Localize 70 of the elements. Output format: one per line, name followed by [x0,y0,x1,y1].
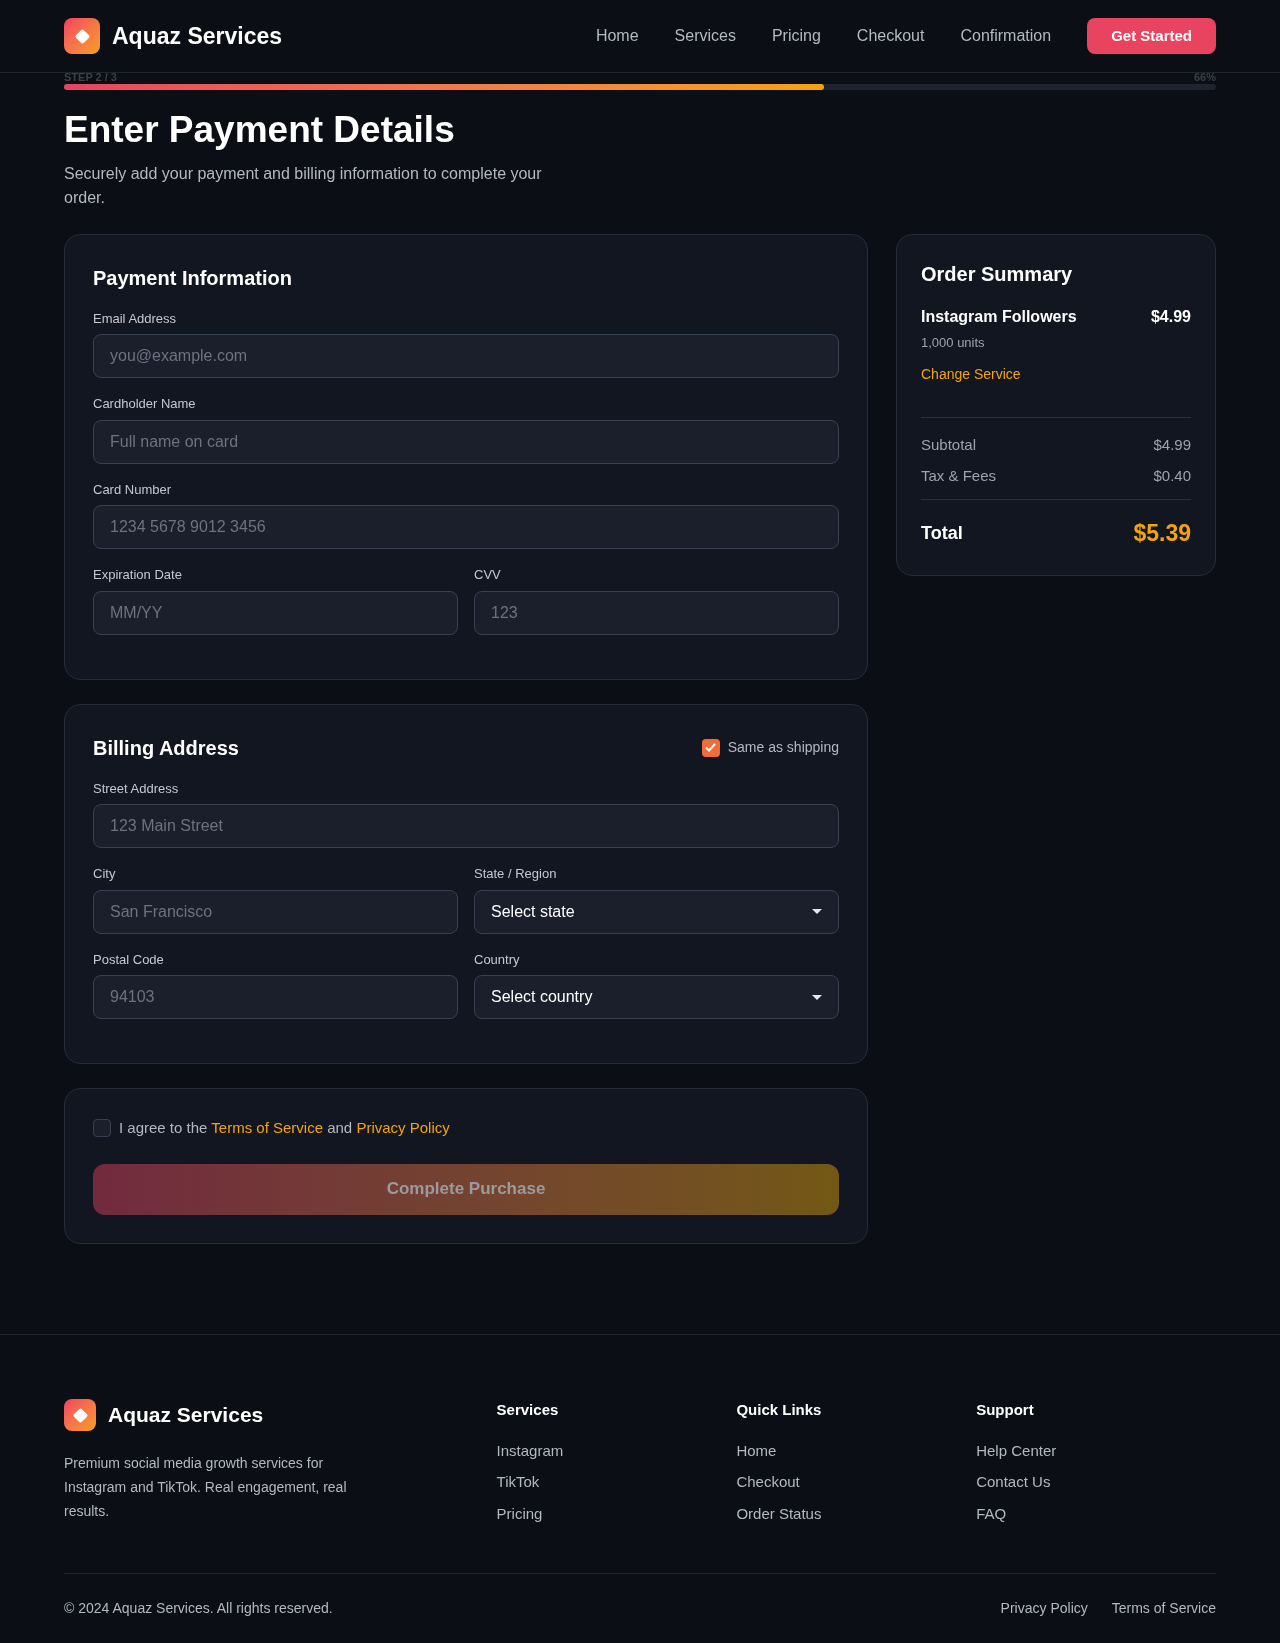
summary-value: $0.40 [1153,465,1191,486]
footer-link[interactable]: Home [736,1439,977,1462]
footer-brand: Aquaz Services [108,1402,264,1429]
summary-label: Subtotal [921,435,977,455]
footer-description: Premium social media growth services for Instagram and TikTok. Real engagement, real results. [64,1454,348,1521]
logo-icon [64,18,100,54]
input-field[interactable]: you@example.com [93,334,839,378]
legal-link[interactable]: Terms of Service [1111,1598,1216,1619]
footer-link[interactable]: Pricing [496,1502,737,1525]
footer-link[interactable]: Instagram [496,1439,737,1462]
input-field[interactable]: 1234 5678 9012 3456 [93,505,839,549]
legal-link[interactable]: Privacy Policy [1000,1598,1088,1619]
field-label: Cardholder Name [93,395,197,413]
section-title: Billing Address [93,735,239,761]
privacy-link[interactable]: Privacy Policy [356,1119,450,1136]
footer-link[interactable]: Contact Us [976,1471,1216,1494]
item-price: $4.99 [1150,306,1191,327]
get-started-button[interactable]: Get Started [1087,18,1216,54]
field-label: Postal Code [93,950,165,969]
footer-link[interactable]: FAQ [976,1502,1216,1525]
total-value: $5.39 [1133,519,1191,548]
footer-heading: Quick Links [736,1400,823,1420]
item-quantity: 1,000 units [921,333,986,352]
footer-link[interactable]: Order Status [736,1502,977,1525]
field-label: State / Region [474,865,558,883]
input-field[interactable]: 94103 [93,975,458,1019]
agreement-text: I agree to the Terms of Service and Privacy Policy [119,1118,450,1138]
checkbox[interactable] [701,738,720,757]
select-field[interactable]: Select country [474,975,839,1019]
field-label: CVV [474,566,502,584]
select-field[interactable]: Select state [474,889,839,934]
input-field[interactable]: MM/YY [93,590,458,635]
section-title: Payment Information [93,265,293,291]
check-icon [705,743,717,752]
nav-link[interactable]: Home [595,24,639,48]
footer-heading: Support [976,1400,1035,1420]
input-field[interactable]: Full name on card [93,419,839,464]
field-label: Country [474,950,521,969]
field-label: City [93,865,117,883]
summary-title: Order Summary [921,261,1074,287]
input-field[interactable]: 123 [474,590,839,635]
nav-link[interactable]: Services [674,24,736,48]
checkbox[interactable] [93,1119,111,1138]
caret-icon [812,994,822,1000]
field-label: Street Address [93,779,180,798]
brand-name: Aquaz Services [112,21,283,51]
field-label: Card Number [93,480,173,499]
logo-icon [64,1399,96,1431]
nav-link[interactable]: Pricing [771,24,821,48]
total-label: Total [921,521,963,545]
checkbox-label: Same as shipping [727,738,839,757]
footer-link[interactable]: TikTok [496,1471,737,1494]
field-label: Expiration Date [93,566,183,584]
page-title: Enter Payment Details [64,108,456,152]
footer-link[interactable]: Help Center [976,1439,1216,1462]
footer-link[interactable]: Checkout [736,1471,977,1494]
copyright: © 2024 Aquaz Services. All rights reserved. [64,1599,333,1618]
summary-value: $4.99 [1153,435,1191,455]
footer-heading: Services [496,1400,560,1420]
caret-icon [812,909,822,914]
item-name: Instagram Followers [921,306,1077,327]
change-service-link[interactable]: Change Service [921,364,1191,385]
page-subtitle: Securely add your payment and billing information to complete your order. [64,163,543,208]
terms-link[interactable]: Terms of Service [211,1119,323,1136]
field-label: Email Address [93,309,178,328]
nav-link[interactable]: Confirmation [960,24,1052,48]
input-field[interactable]: 123 Main Street [93,804,839,848]
summary-label: Tax & Fees [921,465,997,486]
nav-link[interactable]: Checkout [856,24,925,48]
input-field[interactable]: San Francisco [93,889,458,934]
